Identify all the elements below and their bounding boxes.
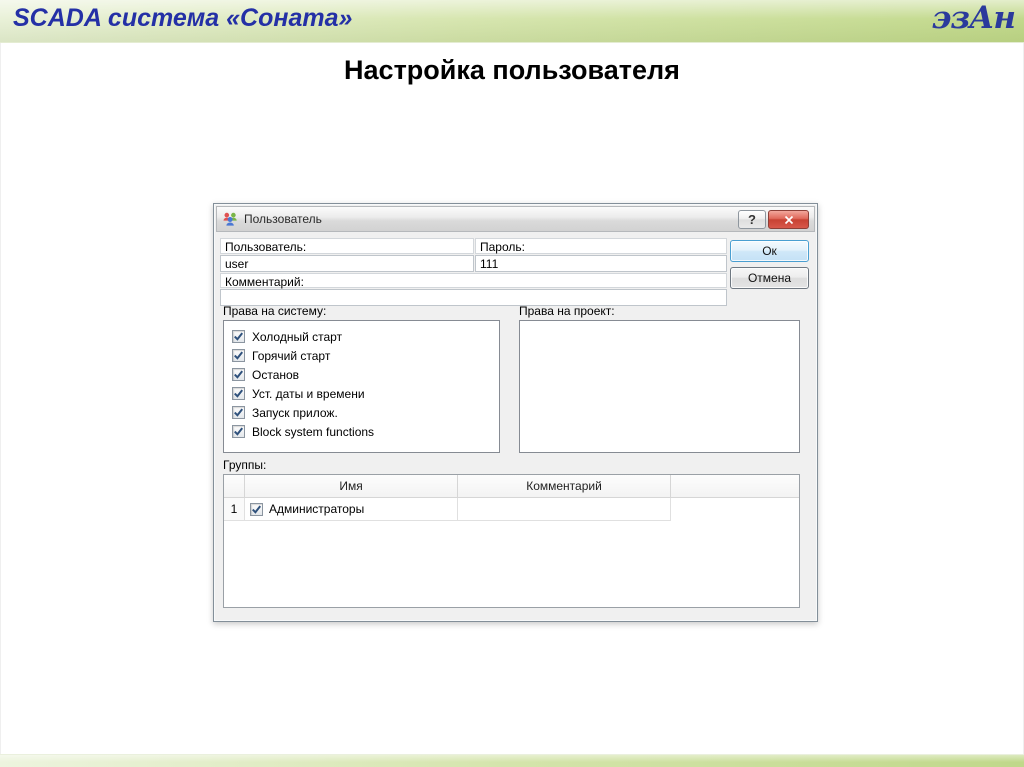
project-rights-list [519,320,800,453]
check-mark [234,370,244,379]
groups-table-header: Имя Комментарий [224,475,799,498]
checkbox-label: Холодный старт [252,329,343,344]
check-mark [252,504,262,514]
checkbox-item[interactable]: Останов [232,365,499,384]
checkbox-label: Block system functions [252,424,375,439]
dialog-title: Пользователь [244,212,322,226]
system-rights-list: Холодный старт Горячий старт Останов Уст. д… [223,320,500,453]
close-button[interactable] [768,210,809,229]
check-mark [234,427,244,436]
checkbox-icon[interactable] [232,425,245,438]
groups-table: Имя Комментарий 1 Администраторы [223,474,800,608]
header-bar: SCADA система «Соната» эзАн [0,0,1024,43]
system-rights-label: Права на систему: [223,304,327,318]
password-input[interactable] [475,255,727,272]
checkbox-item[interactable]: Горячий старт [232,346,499,365]
check-mark [234,332,244,341]
groups-table-body: 1 Администраторы [224,498,799,521]
checkbox-icon[interactable] [232,368,245,381]
close-icon [784,215,793,224]
checkbox-label: Уст. даты и времени [252,386,365,401]
slide-background: SCADA система «Соната» эзАн Настройка по… [0,0,1024,767]
checkbox-icon[interactable] [232,330,245,343]
slide-title: Настройка пользователя [344,55,680,85]
group-name-cell[interactable]: Администраторы [245,498,458,521]
checkbox-icon[interactable] [250,502,263,516]
user-input[interactable] [220,255,474,272]
check-mark [234,351,244,360]
password-label: Пароль: [475,238,727,254]
checkbox-icon[interactable] [232,387,245,400]
row-header-corner [224,475,245,497]
cancel-button[interactable]: Отмена [730,267,809,289]
checkbox-item[interactable]: Холодный старт [232,327,499,346]
footer-bar [0,754,1024,767]
ok-button[interactable]: Ок [730,240,809,262]
ezan-logo: эзАн [931,0,1016,36]
column-header-comment: Комментарий [458,475,671,497]
user-dialog: Пользователь ? Пользователь: Пароль: Ком… [213,203,818,622]
check-mark [234,408,244,417]
checkbox-icon[interactable] [232,349,245,362]
checkbox-icon[interactable] [232,406,245,419]
checkbox-item[interactable]: Запуск прилож. [232,403,499,422]
row-number: 1 [224,498,245,521]
project-rights-label: Права на проект: [519,304,615,318]
help-icon: ? [748,212,756,227]
table-row[interactable]: 1 Администраторы [224,498,799,521]
column-header-filler [671,475,799,497]
dialog-titlebar[interactable]: Пользователь ? [216,206,815,232]
comment-label: Комментарий: [220,273,727,289]
header-title: SCADA система «Соната» [13,4,353,32]
check-mark [234,389,244,398]
groups-label: Группы: [223,458,267,472]
group-comment-cell[interactable] [458,498,671,521]
row-filler [671,498,799,521]
checkbox-item[interactable]: Block system functions [232,422,499,441]
user-label: Пользователь: [220,238,474,254]
column-header-name: Имя [245,475,458,497]
help-button[interactable]: ? [738,210,766,229]
checkbox-label: Останов [252,367,300,382]
users-icon [222,211,238,227]
checkbox-label: Горячий старт [252,348,331,363]
checkbox-item[interactable]: Уст. даты и времени [232,384,499,403]
group-name-label: Администраторы [269,502,365,516]
checkbox-label: Запуск прилож. [252,405,338,420]
